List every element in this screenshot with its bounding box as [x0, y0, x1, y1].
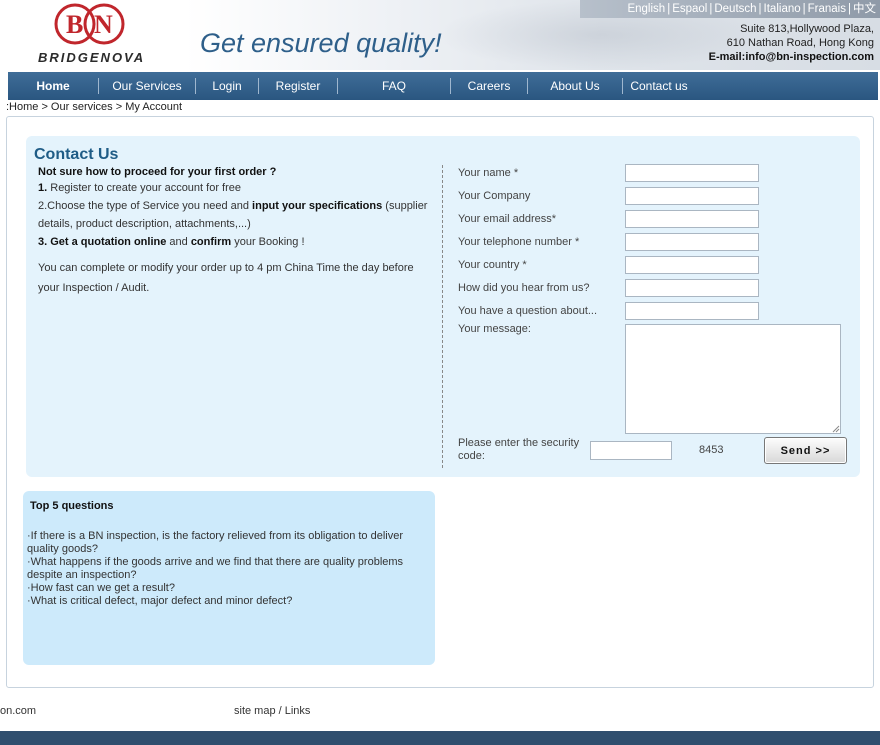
footer-links[interactable]: site map / Links [234, 705, 310, 717]
tagline: Get ensured quality! [200, 28, 442, 58]
question-field[interactable] [625, 302, 759, 320]
site-header: English | Espaol | Deutsch | Italiano | Franais |… [0, 0, 880, 70]
label-message: Your message: [458, 323, 531, 335]
instructions-step-3: 3. Get a quotation online and confirm yo… [38, 233, 433, 251]
company-address: Suite 813,Hollywood Plaza, 610 Nathan Ro… [709, 22, 874, 64]
security-code-field[interactable] [590, 441, 672, 460]
name-field[interactable] [625, 164, 759, 182]
nav-register[interactable]: Register [259, 72, 337, 100]
lang-separator: | [802, 3, 806, 15]
label-company: Your Company [458, 190, 531, 202]
phone-field[interactable] [625, 233, 759, 251]
panel-divider [442, 165, 443, 468]
top-questions-list: ·If there is a BN inspection, is the fac… [27, 530, 432, 608]
svg-text:B: B [66, 10, 83, 39]
send-button[interactable]: Send >> [764, 437, 847, 464]
step-text: 2.Choose the type of Service you need an… [38, 200, 253, 212]
instructions: Not sure how to proceed for your first o… [38, 165, 433, 298]
logo-text: BRIDGENOVA [38, 50, 146, 65]
instructions-note: You can complete or modify your order up… [38, 262, 414, 294]
hear-field[interactable] [625, 279, 759, 297]
step-emphasis: Get a quotation online [50, 236, 167, 248]
faq-link[interactable]: ·If there is a BN inspection, is the fac… [27, 530, 432, 556]
nav-our-services[interactable]: Our Services [99, 72, 195, 100]
step-emphasis: input your specifications [252, 200, 383, 212]
country-field[interactable] [625, 256, 759, 274]
label-email: Your email address* [458, 213, 557, 225]
lang-francais[interactable]: Franais [808, 3, 846, 15]
svg-text:N: N [94, 10, 113, 39]
footer [0, 693, 880, 731]
label-country: Your country * [458, 259, 527, 271]
label-security: Please enter the security code: [458, 437, 580, 462]
faq-link[interactable]: ·What happens if the goods arrive and we… [27, 556, 432, 582]
message-field[interactable] [625, 324, 841, 434]
nav-careers[interactable]: Careers [451, 72, 527, 100]
top-questions-title: Top 5 questions [30, 500, 114, 512]
lang-english[interactable]: English [627, 3, 665, 15]
label-hear: How did you hear from us? [458, 282, 590, 294]
language-bar: English | Espaol | Deutsch | Italiano | Franais |… [580, 0, 880, 18]
bn-logo-icon[interactable]: B N [52, 2, 128, 46]
footer-domain: on.com [0, 705, 37, 717]
faq-link[interactable]: ·How fast can we get a result? [27, 582, 432, 595]
lang-italiano[interactable]: Italiano [764, 3, 801, 15]
step-number: 3. [38, 236, 51, 248]
main-nav: Home Our Services Login Register FAQ Car… [8, 72, 878, 100]
label-phone: Your telephone number * [458, 236, 580, 248]
address-line: Suite 813,Hollywood Plaza, [740, 23, 874, 35]
resize-grip-icon[interactable] [832, 425, 840, 433]
email-field[interactable] [625, 210, 759, 228]
lang-separator: | [848, 3, 851, 15]
nav-home[interactable]: Home [8, 72, 98, 100]
nav-faq[interactable]: FAQ [338, 72, 450, 100]
step-text: Register to create your account for free [47, 182, 242, 194]
label-name: Your name * [458, 167, 519, 179]
lang-espanol[interactable]: Espaol [672, 3, 707, 15]
label-question: You have a question about... [458, 305, 598, 317]
address-line: 610 Nathan Road, Hong Kong [726, 37, 874, 49]
company-field[interactable] [625, 187, 759, 205]
lang-deutsch[interactable]: Deutsch [714, 3, 756, 15]
nav-contact-us[interactable]: Contact us [623, 72, 695, 100]
lang-separator: | [758, 3, 762, 15]
step-text: your Booking ! [231, 236, 305, 248]
page-title: Contact Us [34, 146, 119, 163]
nav-about-us[interactable]: About Us [528, 72, 622, 100]
step-number: 1. [38, 182, 48, 194]
nav-login[interactable]: Login [196, 72, 258, 100]
security-code: 8453 [699, 444, 724, 456]
email-link[interactable]: E-mail:info@bn-inspection.com [709, 50, 874, 64]
step-emphasis: confirm [190, 236, 232, 248]
lang-chinese[interactable]: 中文 [853, 3, 876, 15]
instructions-step-1: 1. Register to create your account for f… [38, 179, 433, 197]
bottom-bar [0, 731, 880, 745]
instructions-question: Not sure how to proceed for your first o… [38, 166, 277, 178]
breadcrumb[interactable]: :Home > Our services > My Account [6, 101, 182, 113]
step-text: and [166, 236, 191, 248]
instructions-step-2: 2.Choose the type of Service you need an… [38, 197, 433, 233]
faq-link[interactable]: ·What is critical defect, major defect a… [27, 595, 432, 608]
